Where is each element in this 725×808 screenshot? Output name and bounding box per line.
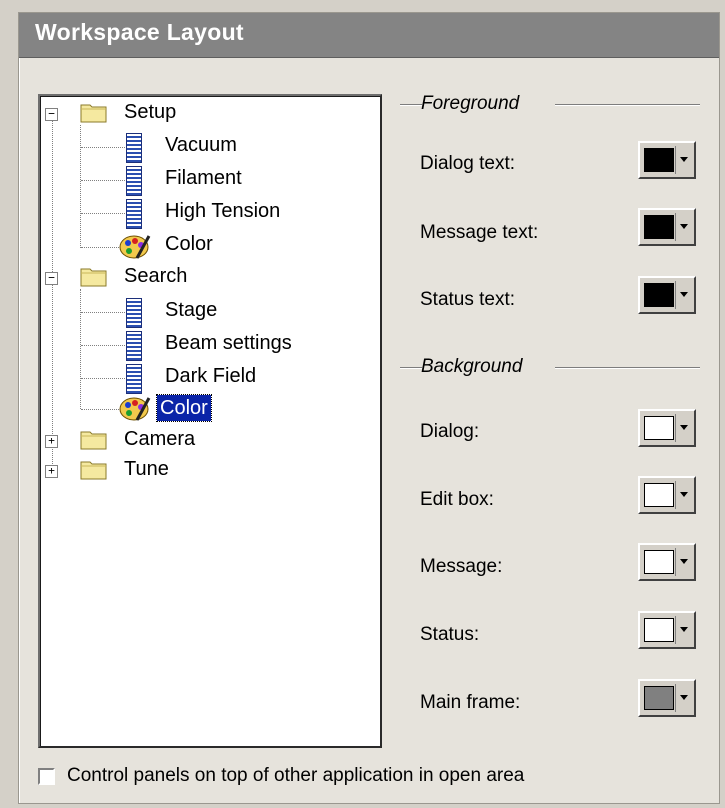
tree-item-setup[interactable]: Setup bbox=[124, 99, 176, 125]
status-text-color-picker[interactable] bbox=[638, 276, 696, 314]
group-divider bbox=[400, 367, 422, 369]
color-swatch bbox=[644, 148, 674, 172]
status-bg-label: Status: bbox=[420, 624, 480, 645]
tree-connector bbox=[81, 180, 125, 181]
main-frame-bg-label: Main frame: bbox=[420, 692, 521, 713]
workspace-layout-panel: Workspace Layout − Setup Vacuum Filament… bbox=[18, 12, 720, 804]
group-divider bbox=[555, 104, 700, 106]
document-icon bbox=[126, 364, 142, 394]
color-swatch bbox=[644, 550, 674, 574]
dialog-text-label: Dialog text: bbox=[420, 153, 516, 174]
dropdown-arrow-icon bbox=[675, 481, 691, 509]
tree-item-high-tension[interactable]: High Tension bbox=[165, 198, 280, 224]
dialog-bg-color-picker[interactable] bbox=[638, 409, 696, 447]
dropdown-arrow-icon bbox=[675, 146, 691, 174]
folder-icon bbox=[80, 431, 107, 450]
main-frame-bg-color-picker[interactable] bbox=[638, 679, 696, 717]
control-panels-on-top-checkbox[interactable] bbox=[38, 767, 55, 785]
tree-item-filament[interactable]: Filament bbox=[165, 165, 242, 191]
dropdown-arrow-icon bbox=[675, 616, 691, 644]
collapse-search-toggle[interactable]: − bbox=[45, 272, 58, 285]
expand-tune-toggle[interactable]: + bbox=[45, 465, 58, 478]
tree-item-beam-settings[interactable]: Beam settings bbox=[165, 330, 292, 356]
collapse-setup-toggle[interactable]: − bbox=[45, 108, 58, 121]
control-panels-on-top-label: Control panels on top of other applicati… bbox=[67, 765, 525, 786]
folder-icon bbox=[80, 104, 107, 123]
dialog-text-color-picker[interactable] bbox=[638, 141, 696, 179]
status-text-label: Status text: bbox=[420, 289, 516, 310]
status-bg-color-picker[interactable] bbox=[638, 611, 696, 649]
tree-connector bbox=[81, 345, 125, 346]
tree-connector bbox=[81, 378, 125, 379]
dropdown-arrow-icon bbox=[675, 414, 691, 442]
edit-box-bg-label: Edit box: bbox=[420, 489, 494, 510]
tree-connector bbox=[80, 289, 81, 409]
folder-icon bbox=[80, 461, 107, 480]
tree-item-setup-color[interactable]: Color bbox=[165, 231, 213, 257]
group-divider bbox=[555, 367, 700, 369]
tree-item-camera[interactable]: Camera bbox=[124, 426, 195, 452]
control-panels-on-top-option[interactable]: Control panels on top of other applicati… bbox=[38, 765, 524, 787]
document-icon bbox=[126, 331, 142, 361]
background-group-title: Background bbox=[421, 356, 523, 377]
tree-item-dark-field[interactable]: Dark Field bbox=[165, 363, 256, 389]
dropdown-arrow-icon bbox=[675, 684, 691, 712]
group-divider bbox=[400, 104, 422, 106]
tree-connector bbox=[81, 247, 119, 248]
title-bar: Workspace Layout bbox=[19, 13, 719, 58]
folder-icon bbox=[80, 268, 107, 287]
tree-connector bbox=[81, 409, 119, 410]
tree-item-tune[interactable]: Tune bbox=[124, 456, 169, 482]
color-swatch bbox=[644, 416, 674, 440]
foreground-group-title: Foreground bbox=[421, 93, 520, 114]
document-icon bbox=[126, 166, 142, 196]
palette-icon bbox=[119, 235, 151, 259]
dropdown-arrow-icon bbox=[675, 281, 691, 309]
tree-item-search[interactable]: Search bbox=[124, 263, 187, 289]
edit-box-bg-color-picker[interactable] bbox=[638, 476, 696, 514]
tree-connector bbox=[52, 118, 53, 470]
message-bg-label: Message: bbox=[420, 556, 503, 577]
dialog-bg-label: Dialog: bbox=[420, 421, 480, 442]
palette-icon bbox=[119, 397, 151, 421]
color-swatch bbox=[644, 483, 674, 507]
message-text-color-picker[interactable] bbox=[638, 208, 696, 246]
settings-tree[interactable]: − Setup Vacuum Filament High Tension Col… bbox=[38, 94, 382, 748]
tree-connector bbox=[81, 312, 125, 313]
message-text-label: Message text: bbox=[420, 222, 539, 243]
message-bg-color-picker[interactable] bbox=[638, 543, 696, 581]
expand-camera-toggle[interactable]: + bbox=[45, 435, 58, 448]
tree-item-vacuum[interactable]: Vacuum bbox=[165, 132, 237, 158]
dropdown-arrow-icon bbox=[675, 548, 691, 576]
color-swatch bbox=[644, 283, 674, 307]
tree-item-search-color[interactable]: Color bbox=[156, 394, 212, 422]
color-swatch bbox=[644, 618, 674, 642]
tree-connector bbox=[80, 125, 81, 248]
document-icon bbox=[126, 133, 142, 163]
color-swatch bbox=[644, 215, 674, 239]
document-icon bbox=[126, 298, 142, 328]
tree-item-stage[interactable]: Stage bbox=[165, 297, 217, 323]
color-swatch bbox=[644, 686, 674, 710]
tree-connector bbox=[81, 147, 125, 148]
tree-connector bbox=[81, 213, 125, 214]
panel-title: Workspace Layout bbox=[35, 19, 244, 45]
document-icon bbox=[126, 199, 142, 229]
dropdown-arrow-icon bbox=[675, 213, 691, 241]
